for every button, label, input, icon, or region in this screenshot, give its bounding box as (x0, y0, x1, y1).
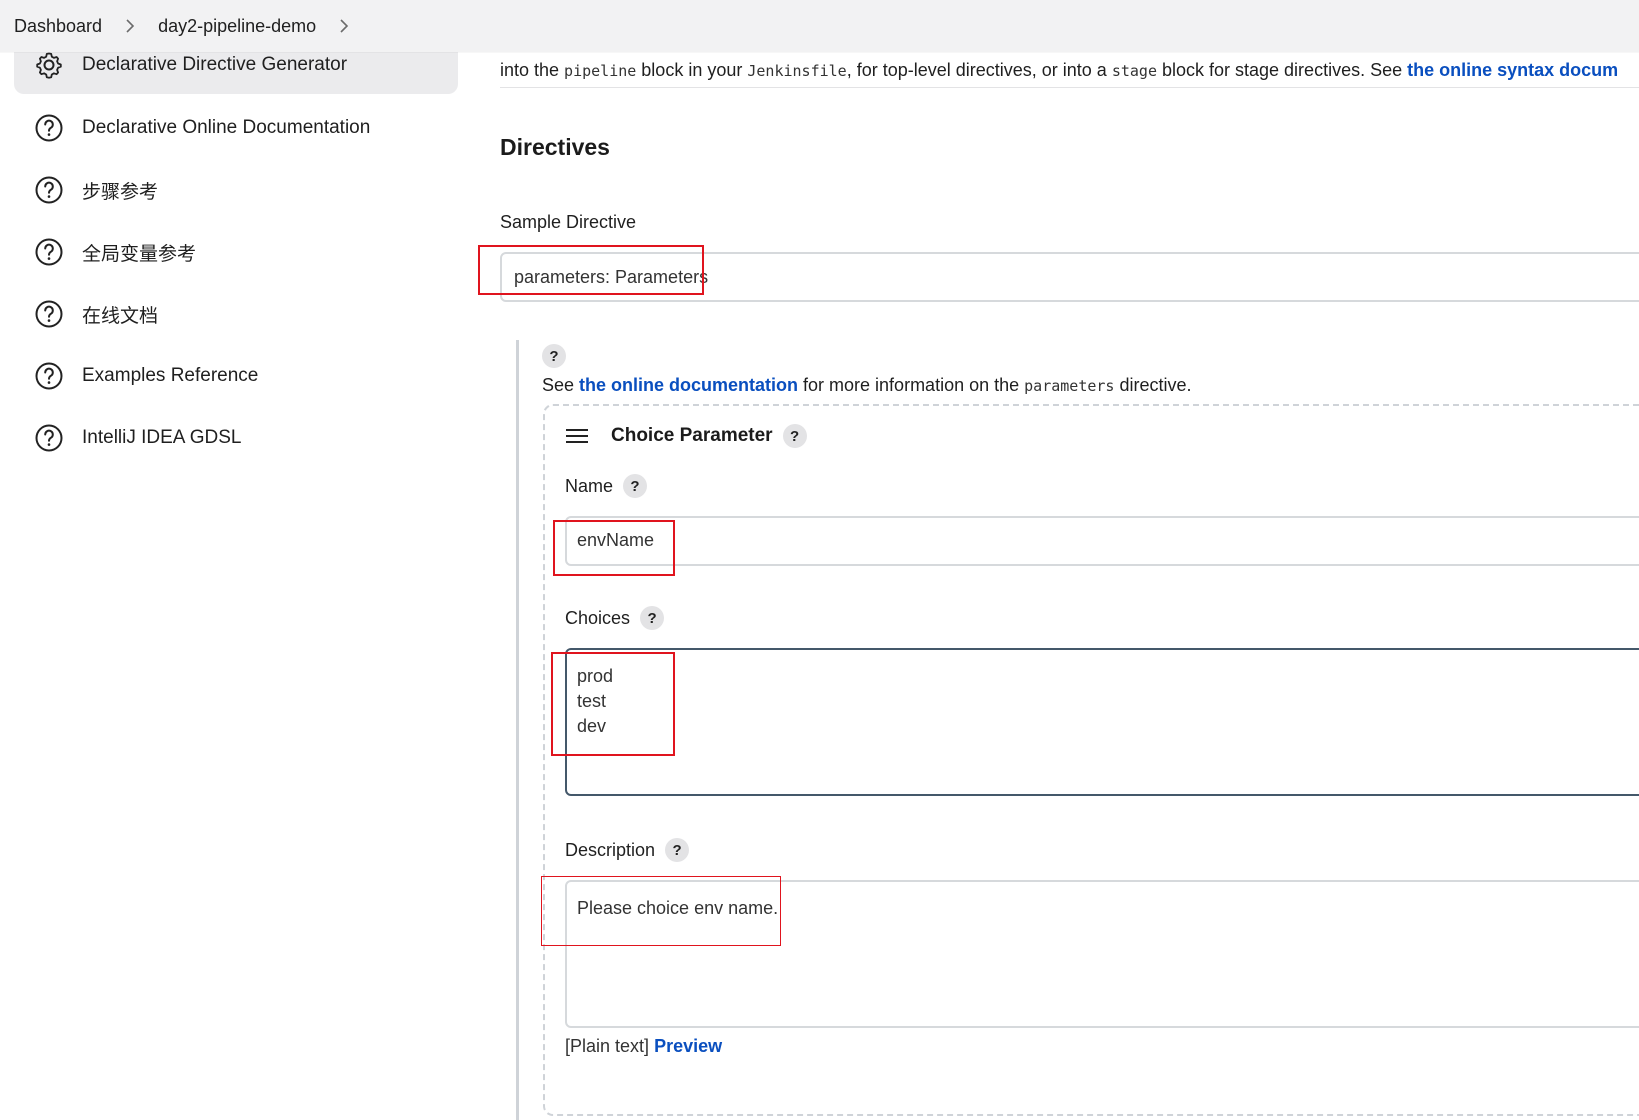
name-input[interactable]: envName (565, 516, 1639, 566)
choice-option: prod (577, 666, 614, 686)
sample-directive-label: Sample Directive (500, 212, 637, 232)
online-syntax-docs-link[interactable]: the online syntax docum (1407, 60, 1618, 80)
description-field-label: Description ? (565, 838, 690, 862)
choices-label-text: Choices (565, 607, 631, 628)
help-circle-icon (34, 299, 64, 329)
name-label-text: Name (565, 475, 614, 496)
sidebar-item-label: 步骤参考 (82, 181, 159, 203)
sidebar-item-label: Declarative Directive Generator (82, 54, 348, 75)
choice-option: test (577, 691, 607, 711)
help-icon[interactable]: ? (665, 838, 690, 862)
help-circle-icon (34, 175, 64, 205)
intro-text-part: into the (500, 60, 565, 80)
sidebar-item-label: IntelliJ IDEA GDSL (82, 427, 242, 448)
help-text-part: directive. (1114, 375, 1192, 395)
chevron-right-icon (124, 19, 136, 33)
sidebar-item-label: 全局变量参考 (82, 243, 197, 265)
choice-parameter-card: Choice Parameter ? Name ? envName Choice… (541, 404, 1639, 1116)
breadcrumb-dashboard[interactable]: Dashboard (14, 16, 102, 37)
choices-field-label: Choices ? (565, 606, 665, 630)
markup-format-row: [Plain text] Preview (565, 1036, 722, 1057)
help-circle-icon (34, 113, 64, 143)
help-circle-icon (34, 361, 64, 391)
breadcrumb: Dashboard day2-pipeline-demo (0, 0, 1639, 52)
sidebar-item-examples-reference[interactable]: Examples Reference (14, 348, 458, 404)
help-text-part: See (542, 375, 580, 395)
sidebar-item-intellij-gdsl[interactable]: IntelliJ IDEA GDSL (14, 410, 458, 466)
name-field-label: Name ? (565, 474, 648, 498)
help-circle-icon (34, 423, 64, 453)
drag-handle-icon[interactable] (565, 427, 591, 445)
description-textarea[interactable]: Please choice env name. (565, 880, 1639, 1028)
main-content: into the pipeline block in your Jenkinsf… (478, 52, 1639, 1120)
section-divider (516, 340, 519, 1120)
preview-link[interactable]: Preview (654, 1036, 722, 1056)
help-text-part: for more information on the (798, 375, 1025, 395)
intro-text-part: , for top-level directives, or into a (846, 60, 1112, 80)
page-title: Directives (500, 134, 610, 160)
description-label-text: Description (565, 839, 656, 860)
code-parameters: parameters (1024, 377, 1115, 395)
intro-text: into the pipeline block in your Jenkinsf… (500, 60, 1639, 88)
breadcrumb-job[interactable]: day2-pipeline-demo (158, 16, 316, 37)
plain-text-label: [Plain text] (565, 1036, 650, 1056)
sidebar-item-online-docs[interactable]: 在线文档 (14, 286, 458, 342)
choices-textarea[interactable]: prod test dev (565, 648, 1639, 796)
sidebar-item-label: Examples Reference (82, 365, 259, 386)
sidebar: Declarative Directive Generator Declarat… (14, 36, 458, 472)
code-jenkinsfile: Jenkinsfile (747, 62, 847, 80)
choice-option: dev (577, 716, 607, 736)
chevron-right-icon[interactable] (338, 19, 350, 33)
help-icon[interactable]: ? (623, 474, 648, 498)
sidebar-item-steps-reference[interactable]: 步骤参考 (14, 162, 458, 218)
parameters-help-text: See the online documentation for more in… (542, 375, 1191, 396)
code-pipeline: pipeline (564, 62, 637, 80)
help-icon[interactable]: ? (542, 344, 566, 368)
code-stage: stage (1111, 62, 1157, 80)
intro-text-part: block for stage directives. See (1156, 60, 1408, 80)
help-icon[interactable]: ? (782, 424, 807, 448)
gear-icon (34, 50, 64, 80)
sidebar-item-online-documentation[interactable]: Declarative Online Documentation (14, 100, 458, 156)
sidebar-item-global-variables[interactable]: 全局变量参考 (14, 224, 458, 280)
choice-parameter-header: Choice Parameter ? (565, 424, 807, 448)
intro-text-part: block in your (636, 60, 748, 80)
help-icon[interactable]: ? (640, 606, 665, 630)
sidebar-item-label: 在线文档 (82, 305, 159, 327)
sample-directive-select[interactable]: parameters: Parameters (500, 252, 1639, 302)
choice-parameter-title: Choice Parameter (611, 425, 773, 446)
online-documentation-link[interactable]: the online documentation (579, 375, 798, 395)
sidebar-item-label: Declarative Online Documentation (82, 117, 371, 138)
help-circle-icon (34, 237, 64, 267)
